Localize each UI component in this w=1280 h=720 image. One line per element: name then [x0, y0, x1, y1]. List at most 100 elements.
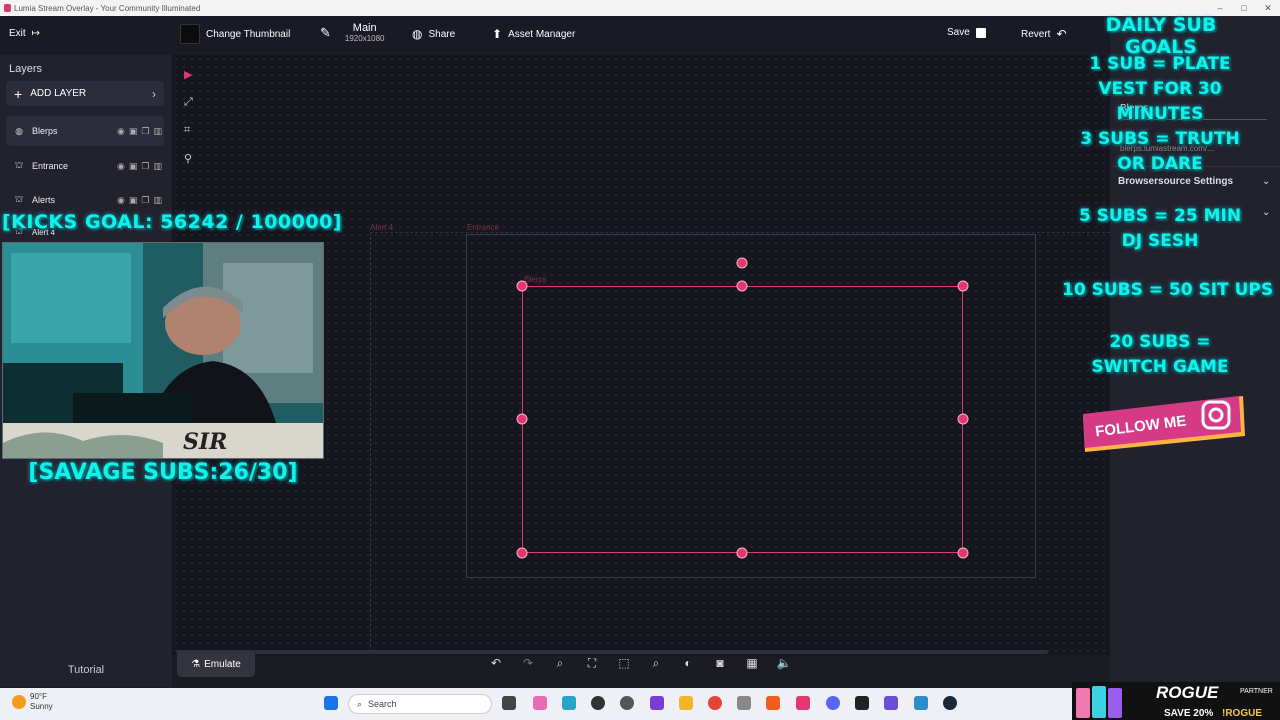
exit-label: Exit: [9, 28, 26, 39]
trash-icon[interactable]: ▥: [153, 195, 162, 206]
globe-icon: ◍: [15, 125, 23, 136]
layer-name: Alerts: [32, 195, 56, 205]
volume-icon[interactable]: 🔈: [774, 656, 794, 670]
goal-item: 20 SUBS = SWITCH GAME: [1091, 332, 1229, 377]
floppy-icon: [975, 27, 986, 38]
zoom-out-icon[interactable]: ⌕: [550, 656, 570, 671]
resize-handle-bottom-right[interactable]: [957, 547, 969, 559]
weather-widget[interactable]: 90°F Sunny: [12, 692, 53, 712]
layer-name: Blerps: [32, 126, 58, 136]
copilot-icon[interactable]: [533, 696, 547, 710]
chevron-down-icon[interactable]: ⌄: [1262, 207, 1270, 218]
share-label: Share: [428, 28, 456, 40]
emulate-button[interactable]: ⚗ Emulate: [177, 651, 255, 677]
fit-icon[interactable]: ⛶: [582, 656, 602, 671]
grid-icon[interactable]: ▦: [742, 656, 762, 670]
pencil-icon: ✎: [320, 24, 331, 40]
task-view-icon[interactable]: [502, 696, 516, 710]
soundcloud-icon[interactable]: [766, 696, 780, 710]
app-icon[interactable]: [884, 696, 898, 710]
lumia-logo-icon: [4, 4, 11, 12]
capcut-icon[interactable]: [855, 696, 869, 710]
save-button[interactable]: Save: [947, 27, 986, 38]
eye-icon[interactable]: ◉: [117, 161, 125, 172]
canvas-horizontal-scrollbar[interactable]: [176, 650, 1048, 654]
app-icon[interactable]: [737, 696, 751, 710]
exit-button[interactable]: Exit ↦: [9, 28, 40, 39]
duplicate-icon[interactable]: ❐: [141, 195, 149, 206]
duplicate-icon[interactable]: ❐: [141, 126, 149, 137]
app-icon[interactable]: [591, 696, 605, 710]
browsersource-settings-header[interactable]: Browsersource Settings: [1118, 176, 1233, 187]
resize-tool-icon[interactable]: ⤢: [184, 96, 193, 109]
close-button[interactable]: ✕: [1256, 0, 1280, 16]
duplicate-icon[interactable]: ❐: [141, 161, 149, 172]
app-icon[interactable]: [650, 696, 664, 710]
add-layer-button[interactable]: + ADD LAYER ›: [6, 81, 164, 106]
fullscreen-icon[interactable]: ⬚: [614, 656, 634, 670]
rogue-partner-text: PARTNER: [1240, 688, 1273, 695]
chrome-icon[interactable]: [708, 696, 722, 710]
lock-icon[interactable]: ▣: [129, 126, 138, 137]
lock-icon[interactable]: ▣: [129, 161, 138, 172]
anchor-tool-icon[interactable]: ⚲: [184, 152, 192, 165]
resize-handle-right[interactable]: [957, 413, 969, 425]
resize-handle-bottom[interactable]: [736, 547, 748, 559]
discord-icon[interactable]: [826, 696, 840, 710]
tutorial-link[interactable]: Tutorial: [0, 664, 172, 676]
webcam-image: [3, 243, 323, 458]
blerps-canvas-label: Blerps: [524, 275, 547, 284]
crop-tool-icon[interactable]: ⌗: [184, 124, 190, 137]
camera-icon[interactable]: ◙: [710, 656, 730, 670]
app-icon[interactable]: [914, 696, 928, 710]
asset-manager-button[interactable]: ⬆ Asset Manager: [492, 27, 575, 41]
layers-title: Layers: [9, 63, 43, 75]
resize-handle-top-right[interactable]: [957, 280, 969, 292]
resize-handle-top-left[interactable]: [516, 280, 528, 292]
pointer-tool-icon[interactable]: ▶: [184, 68, 192, 81]
eye-icon[interactable]: ◉: [117, 195, 125, 206]
alert-icon: ⛫: [14, 160, 24, 170]
zoom-in-icon[interactable]: ⌕: [646, 656, 666, 671]
chevron-right-icon: ›: [152, 86, 156, 101]
edit-main-button[interactable]: ✎ Main 1920x1080: [320, 22, 385, 43]
trash-icon[interactable]: ▥: [153, 161, 162, 172]
temperature: 90°F: [30, 692, 47, 701]
contrast-icon[interactable]: ◐: [678, 656, 698, 670]
layer-row-blerps[interactable]: ◍ Blerps ◉ ▣ ❐ ▥: [6, 116, 164, 146]
steam-icon[interactable]: [943, 696, 957, 710]
resize-handle-left[interactable]: [516, 413, 528, 425]
kicks-goal-text: [KICKS GOAL: 56242 / 100000]: [2, 211, 342, 233]
file-explorer-icon[interactable]: [679, 696, 693, 710]
add-layer-label: ADD LAYER: [30, 88, 87, 99]
redo-icon[interactable]: ↷: [518, 656, 538, 670]
app-icon[interactable]: [620, 696, 634, 710]
taskbar-search[interactable]: ⌕ Search: [348, 694, 492, 714]
revert-button[interactable]: Revert ↶: [1021, 27, 1067, 41]
windows-start-icon[interactable]: [324, 696, 338, 710]
selected-layer-box[interactable]: [522, 286, 963, 553]
lumia-icon[interactable]: [796, 696, 810, 710]
lock-icon[interactable]: ▣: [129, 195, 138, 206]
webcam-overlay: SIR SAVAGE: [2, 242, 324, 459]
alert4-canvas-label: Alert 4: [370, 223, 394, 232]
chevron-down-icon[interactable]: ⌄: [1262, 176, 1270, 187]
save-label: Save: [947, 27, 970, 38]
undo-icon[interactable]: ↶: [486, 656, 506, 670]
change-thumbnail-button[interactable]: Change Thumbnail: [180, 24, 290, 44]
layer-row-entrance[interactable]: ⛫ Entrance ◉ ▣ ❐ ▥: [6, 151, 164, 181]
app-icon[interactable]: [562, 696, 576, 710]
weather-condition: Sunny: [30, 702, 53, 711]
rotate-handle[interactable]: [736, 257, 748, 269]
entrance-canvas-label: Entrance: [467, 223, 500, 232]
search-icon: ⌕: [357, 698, 363, 709]
main-resolution: 1920x1080: [344, 34, 385, 43]
rogue-brand-text: ROGUE: [1156, 683, 1219, 702]
share-button[interactable]: ◍ Share: [412, 27, 455, 41]
savage-subs-text: [SAVAGE SUBS:26/30]: [28, 460, 298, 485]
trash-icon[interactable]: ▥: [153, 126, 162, 137]
eye-icon[interactable]: ◉: [117, 126, 125, 137]
resize-handle-bottom-left[interactable]: [516, 547, 528, 559]
resize-handle-top[interactable]: [736, 280, 748, 292]
main-title: Main: [352, 22, 377, 34]
